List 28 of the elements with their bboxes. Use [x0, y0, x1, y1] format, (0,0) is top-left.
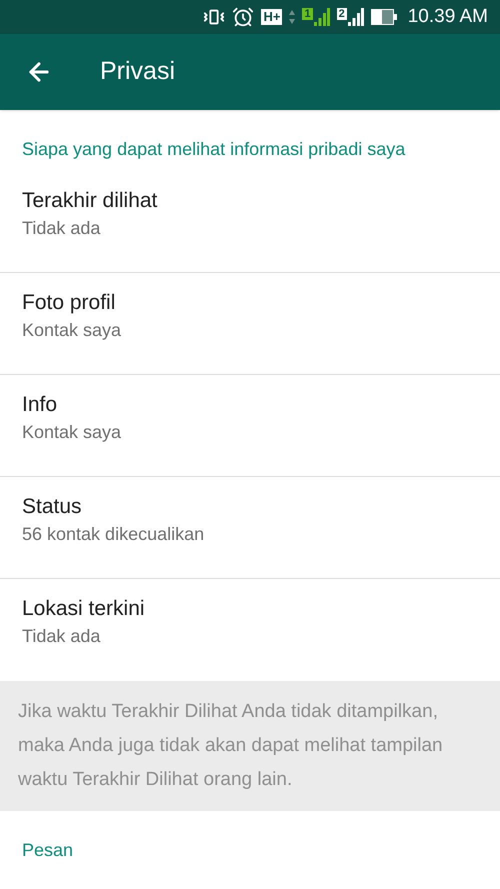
- info-note: Jika waktu Terakhir Dilihat Anda tidak ditampilkan, maka Anda juga tidak akan dapat melihat tampilan waktu Terakhir Dilihat orang lain.: [18, 700, 444, 792]
- sim-badge: 2: [336, 8, 347, 20]
- screen-title: Privasi: [100, 56, 176, 88]
- setting-value: Kontak saya: [22, 318, 122, 342]
- sim-badge: 1: [302, 8, 313, 20]
- clock-time: 10.39 AM: [408, 4, 488, 29]
- setting-value: 56 kontak dikecualikan: [22, 522, 206, 546]
- settings-item[interactable]: Foto profil Kontak saya: [0, 273, 500, 375]
- setting-title: Foto profil: [22, 290, 116, 316]
- setting-value: Tidak ada: [22, 625, 102, 648]
- setting-title: Status: [22, 494, 83, 520]
- settings-item[interactable]: Info Kontak saya: [0, 375, 500, 477]
- battery-icon: [370, 9, 397, 25]
- settings-item[interactable]: Status 56 kontak dikecualikan: [0, 477, 500, 579]
- settings-item[interactable]: Lokasi terkini Tidak ada: [0, 579, 500, 681]
- signal-icon: [348, 8, 364, 26]
- setting-value: Kontak saya: [22, 420, 122, 444]
- setting-title: Info: [22, 392, 58, 418]
- signal-icon: [314, 8, 330, 26]
- data-arrows-icon: [289, 9, 296, 25]
- settings-item[interactable]: Terakhir dilihat Tidak ada: [0, 171, 500, 273]
- section-header: Siapa yang dapat melihat informasi pribadi saya: [21, 138, 406, 161]
- alarm-icon: [232, 6, 254, 28]
- setting-value: Tidak ada: [22, 216, 102, 240]
- network-type-badge: H+: [261, 9, 282, 25]
- setting-title: Lokasi terkini: [22, 596, 146, 622]
- section-header: Pesan: [21, 839, 74, 862]
- setting-title: Terakhir dilihat: [22, 188, 158, 214]
